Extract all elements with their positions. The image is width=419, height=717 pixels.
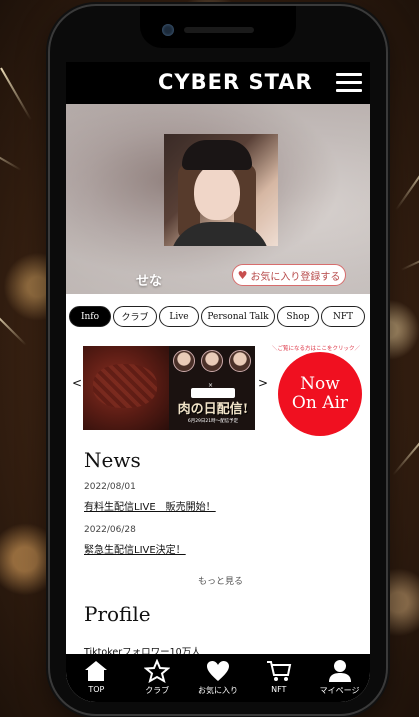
heart-icon (206, 658, 230, 684)
sparkle (400, 247, 419, 271)
home-icon (84, 658, 108, 684)
carousel-prev-button[interactable]: < (72, 376, 82, 390)
add-favorite-button[interactable]: ♥ お気に入り登録する (232, 264, 346, 286)
speaker-grille (184, 27, 254, 33)
sparkle (0, 67, 32, 121)
tab-info[interactable]: Info (69, 306, 111, 327)
profile-title: Profile (84, 602, 151, 626)
star-icon (144, 658, 171, 684)
news-link[interactable]: 緊急生配信LIVE決定！ (84, 541, 186, 556)
news-link[interactable]: 有料生配信LIVE 販売開始！ (84, 498, 216, 513)
banner-title: 肉の日配信! (177, 402, 249, 417)
more-link[interactable]: もっと見る (198, 574, 243, 587)
app-header: CYBER STAR (66, 62, 370, 104)
cart-icon (266, 658, 292, 684)
app-screen: CYBER STAR せな ♥ お気に入り登録する Info クラブ Live (66, 62, 370, 702)
tab-live[interactable]: Live (159, 306, 199, 327)
tab-nft[interactable]: NFT (321, 306, 365, 327)
on-air-line1: Now (300, 374, 340, 394)
news-date: 2022/06/28 (84, 525, 136, 535)
tab-shop[interactable]: Shop (277, 306, 319, 327)
nav-nft[interactable]: NFT (251, 658, 307, 694)
nav-mypage[interactable]: マイページ (312, 658, 368, 696)
on-air-line2: On Air (291, 393, 349, 413)
phone-frame: CYBER STAR せな ♥ お気に入り登録する Info クラブ Live (50, 6, 386, 714)
now-on-air-button[interactable]: Now On Air (278, 352, 362, 436)
nav-favorites[interactable]: お気に入り (190, 658, 246, 696)
app-logo[interactable]: CYBER STAR (158, 70, 313, 94)
heart-icon: ♥ (237, 268, 248, 282)
profile-hero: せな ♥ お気に入り登録する (66, 104, 370, 294)
sparkle (395, 160, 419, 211)
add-favorite-label: お気に入り登録する (250, 271, 341, 283)
sparkle (0, 312, 27, 346)
banner-image[interactable]: × 肉の日配信! 6月29日21時〜配信予定 (83, 346, 255, 430)
user-icon (328, 658, 352, 684)
steak-image (83, 346, 169, 430)
menu-icon[interactable] (336, 73, 362, 93)
sparkle (392, 432, 419, 476)
news-title: News (84, 448, 141, 472)
nav-club[interactable]: クラブ (129, 658, 185, 696)
carousel-next-button[interactable]: > (258, 376, 268, 390)
banner-subtitle: 6月29日21時〜配信予定 (187, 419, 239, 424)
profile-tabs: Info クラブ Live Personal Talk Shop NFT (69, 306, 369, 328)
profile-photo (164, 134, 278, 246)
profile-name: せな (136, 274, 163, 289)
guest-avatars (171, 350, 253, 376)
phone-notch (140, 6, 296, 48)
tab-personal-talk[interactable]: Personal Talk (201, 306, 275, 327)
sparkle (0, 144, 22, 171)
camera-icon (162, 24, 174, 36)
news-date: 2022/08/01 (84, 482, 136, 492)
on-air-hint: ＼ご覧になる方はここをクリック／ (272, 346, 361, 352)
sponsor-logo (191, 388, 235, 398)
tab-club[interactable]: クラブ (113, 306, 157, 327)
nav-top[interactable]: TOP (68, 658, 124, 694)
bottom-nav: TOP クラブ お気に入り NFT マイページ (66, 654, 370, 702)
